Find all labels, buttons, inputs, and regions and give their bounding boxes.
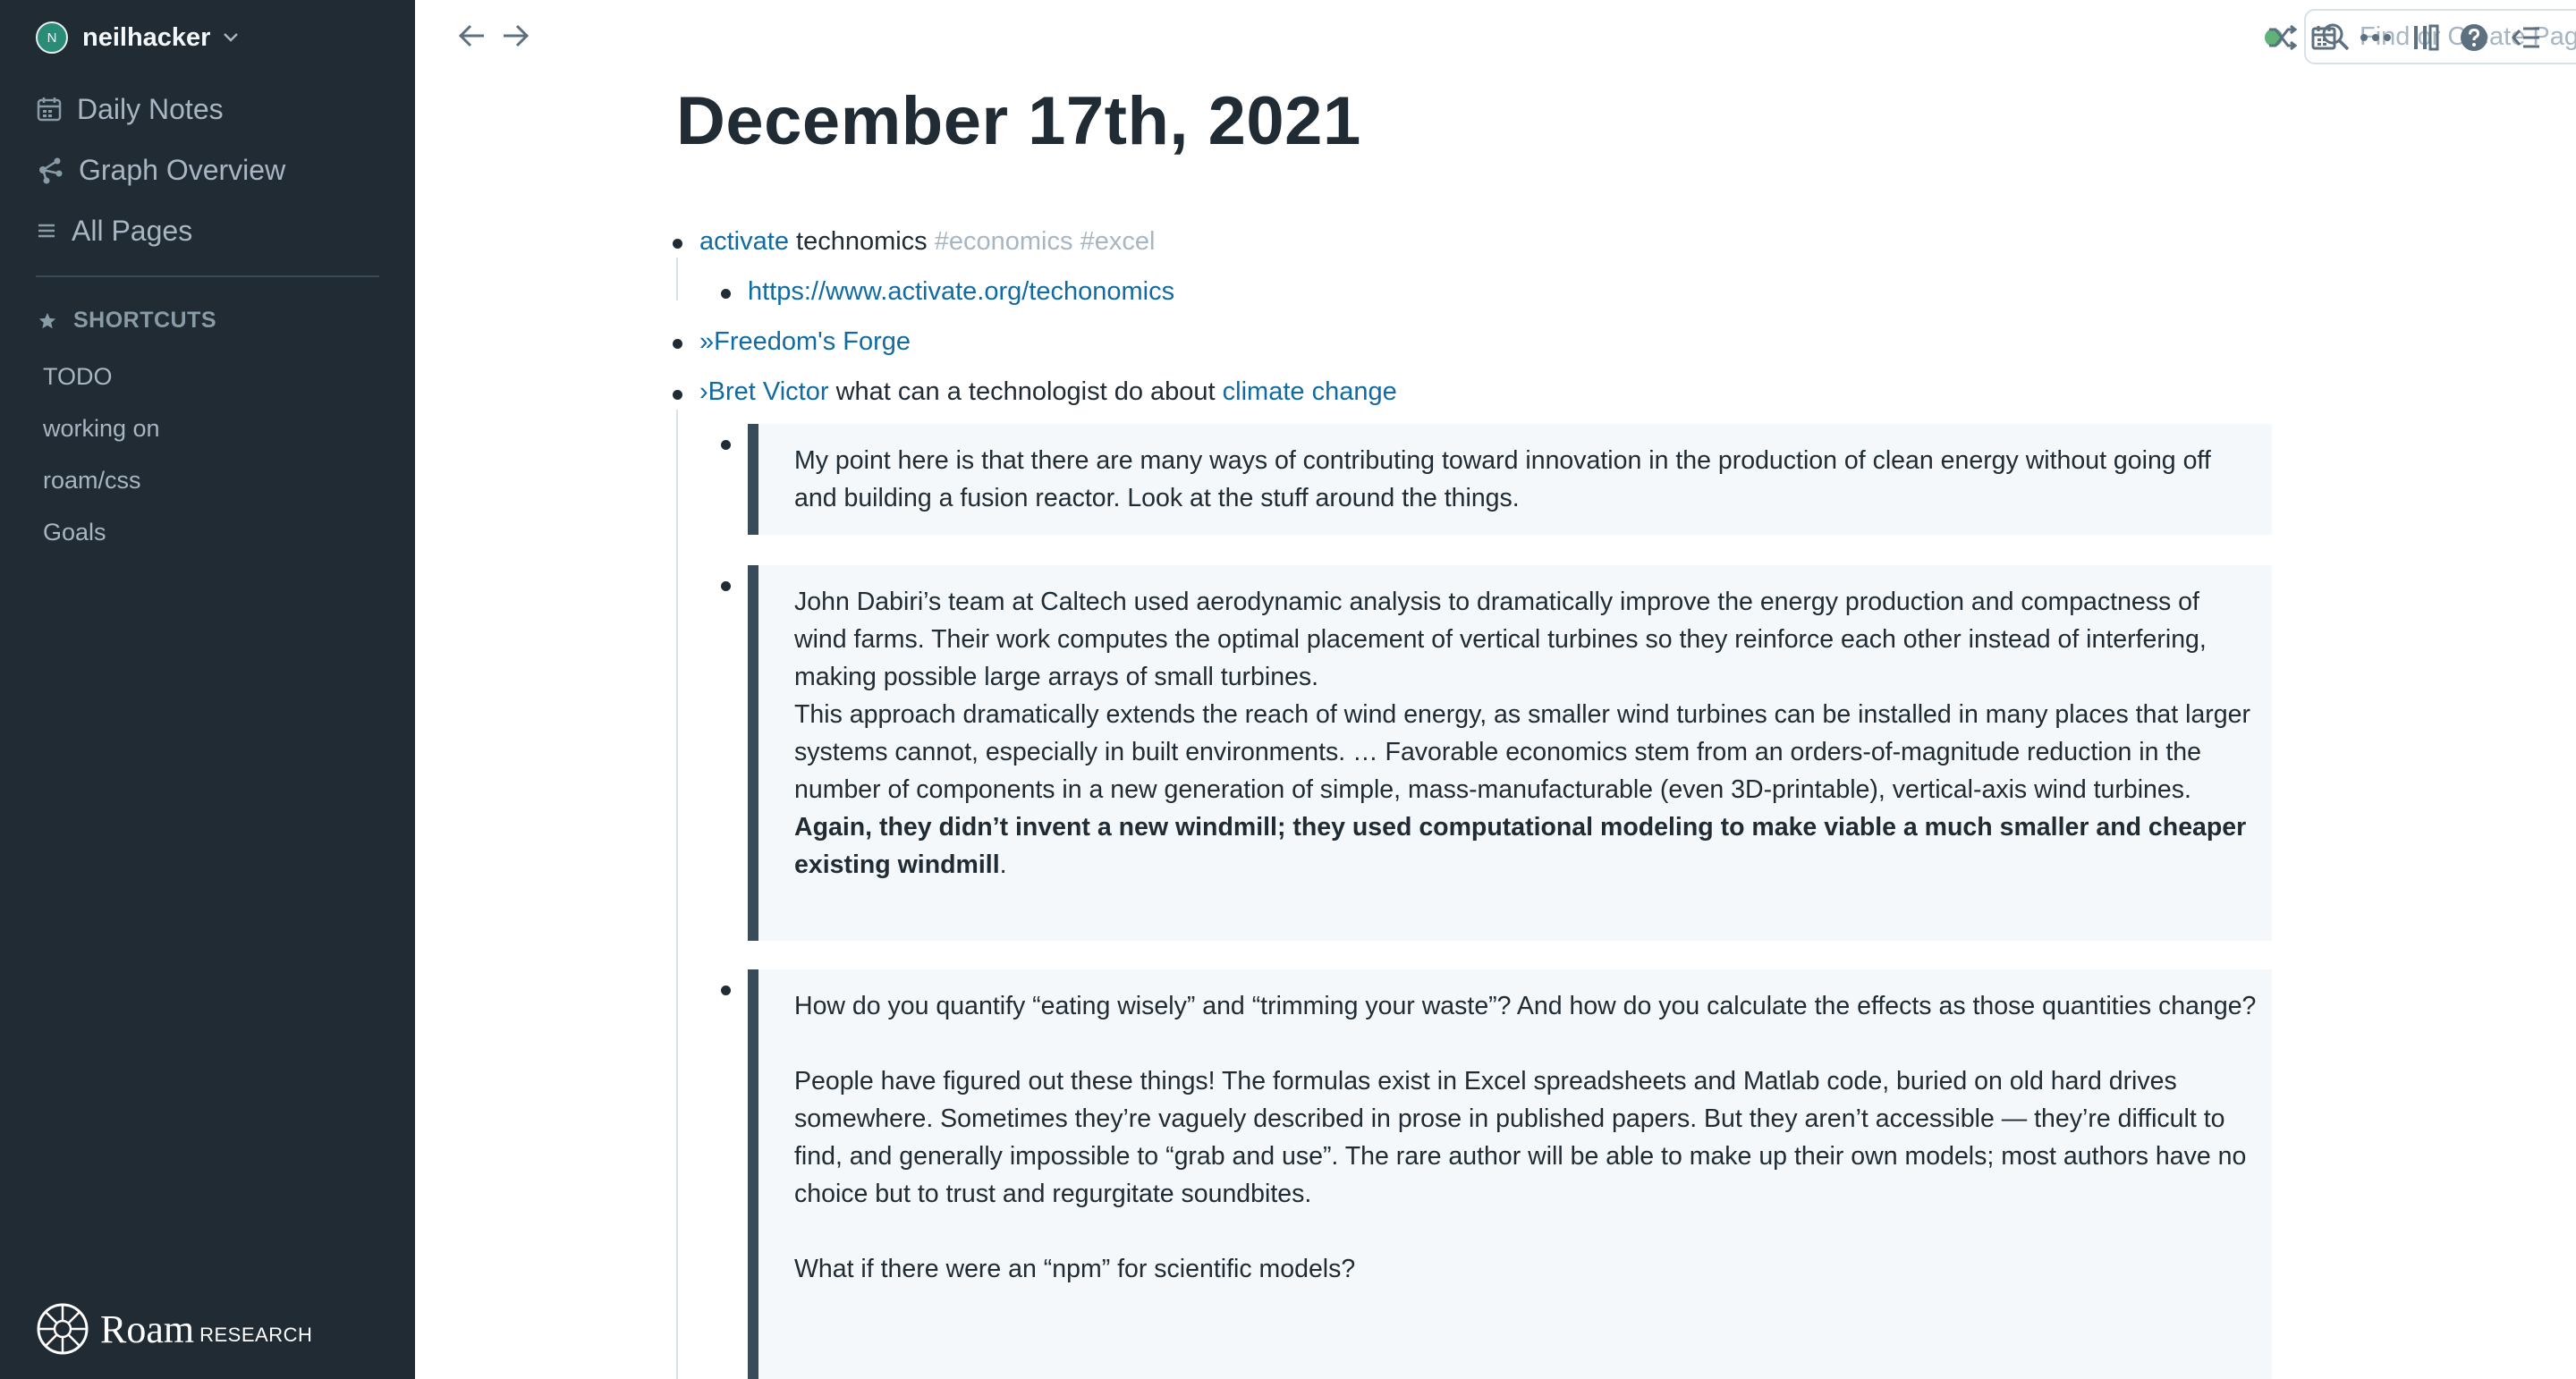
roam-logo-icon xyxy=(37,1303,89,1355)
page-link[interactable]: ›Bret Victor xyxy=(699,377,829,406)
sidebar-item-daily-notes[interactable]: Daily Notes xyxy=(36,88,224,131)
page-link[interactable]: activate xyxy=(699,227,789,256)
block[interactable]: activate technomics #economics #excel xyxy=(699,227,1155,257)
block-bullet[interactable] xyxy=(721,986,731,995)
username: neilhacker xyxy=(82,22,211,52)
shortcut-item[interactable]: roam/css xyxy=(43,467,141,495)
main-content: December 17th, 2021 activate technomics … xyxy=(415,75,2576,1379)
quote-paragraph: How do you quantify “eating wisely” and … xyxy=(794,992,2257,1020)
block-text: what can a technologist do about xyxy=(828,377,1223,406)
shortcuts-header: SHORTCUTS xyxy=(38,308,216,334)
block-bullet[interactable] xyxy=(721,581,731,591)
block-bullet[interactable] xyxy=(721,440,731,450)
shortcuts-label: SHORTCUTS xyxy=(73,308,217,333)
quote-text: My point here is that there are many way… xyxy=(794,446,2211,512)
shortcut-item[interactable]: TODO xyxy=(43,363,113,391)
block-text: technomics xyxy=(788,227,935,256)
more-options-button[interactable] xyxy=(2358,20,2394,55)
page-link[interactable]: climate change xyxy=(1223,377,1397,406)
star-icon xyxy=(38,312,56,328)
user-menu[interactable]: N neilhacker xyxy=(36,21,239,54)
columns-icon xyxy=(2414,24,2439,51)
tag[interactable]: #excel xyxy=(1080,227,1156,256)
shortcut-item[interactable]: Goals xyxy=(43,519,106,546)
sidebar-item-graph-overview[interactable]: Graph Overview xyxy=(36,148,285,191)
brand-name: Roam xyxy=(100,1307,195,1351)
blockquote[interactable]: John Dabiri’s team at Caltech used aerod… xyxy=(748,565,2272,941)
url-link[interactable]: https://www.activate.org/techonomics xyxy=(748,277,1174,306)
quote-paragraph: Again, they didn’t invent a new windmill… xyxy=(794,808,2258,884)
sidebar-item-label: Graph Overview xyxy=(79,153,286,186)
block-bullet[interactable] xyxy=(721,289,731,299)
sidebar-item-label: Daily Notes xyxy=(77,92,224,125)
block-bullet[interactable] xyxy=(673,390,682,400)
quote-paragraph: This approach dramatically extends the r… xyxy=(794,700,2250,804)
block[interactable]: https://www.activate.org/techonomics xyxy=(748,277,1174,307)
outline-menu-button[interactable] xyxy=(2508,20,2544,55)
list-icon xyxy=(38,224,55,238)
quote-paragraph: What if there were an “npm” for scientif… xyxy=(794,1255,1356,1283)
help-button[interactable] xyxy=(2456,20,2492,55)
help-icon xyxy=(2461,24,2487,51)
block-bullet[interactable] xyxy=(673,239,682,249)
block[interactable]: »Freedom's Forge xyxy=(699,327,911,357)
forward-button[interactable] xyxy=(497,18,533,54)
quote-paragraph: John Dabiri’s team at Caltech used aerod… xyxy=(794,588,2207,691)
random-page-button[interactable] xyxy=(2265,20,2301,55)
blockquote[interactable]: How do you quantify “eating wisely” and … xyxy=(748,969,2272,1379)
graph-icon xyxy=(39,157,63,184)
calendar-icon xyxy=(37,97,62,122)
blockquote[interactable]: My point here is that there are many way… xyxy=(748,424,2272,535)
sidebar-divider xyxy=(36,275,379,277)
shortcut-item[interactable]: working on xyxy=(43,415,160,443)
menu-collapse-icon xyxy=(2512,27,2539,48)
quote-end: . xyxy=(999,850,1007,879)
top-bar xyxy=(415,0,2576,75)
quote-paragraph: People have figured out these things! Th… xyxy=(794,1067,2247,1208)
sidebar-item-all-pages[interactable]: All Pages xyxy=(36,209,192,252)
chevron-down-icon xyxy=(224,33,239,42)
block[interactable]: ›Bret Victor what can a technologist do … xyxy=(699,377,1397,407)
quote-bold-text: Again, they didn’t invent a new windmill… xyxy=(794,813,2247,879)
page-link[interactable]: »Freedom's Forge xyxy=(699,327,911,356)
shuffle-icon xyxy=(2269,24,2298,51)
block-bullet[interactable] xyxy=(673,339,682,349)
tag[interactable]: #economics xyxy=(935,227,1073,256)
back-button[interactable] xyxy=(454,18,490,54)
page-title[interactable]: December 17th, 2021 xyxy=(676,82,1361,160)
avatar: N xyxy=(36,21,68,54)
daily-notes-calendar-button[interactable] xyxy=(2306,20,2342,55)
arrow-left-icon xyxy=(458,24,484,47)
left-sidebar: N neilhacker Daily Notes Graph Overview xyxy=(0,0,415,1379)
more-horizontal-icon xyxy=(2360,34,2391,41)
indent-guide xyxy=(676,258,678,300)
right-sidebar-toggle-button[interactable] xyxy=(2408,20,2444,55)
indent-guide xyxy=(676,410,678,1379)
arrow-right-icon xyxy=(504,24,530,47)
sidebar-item-label: All Pages xyxy=(72,214,193,247)
calendar-icon xyxy=(2311,26,2336,50)
roam-logo: Roam RESEARCH xyxy=(36,1302,312,1356)
brand-sub: RESEARCH xyxy=(199,1324,313,1346)
